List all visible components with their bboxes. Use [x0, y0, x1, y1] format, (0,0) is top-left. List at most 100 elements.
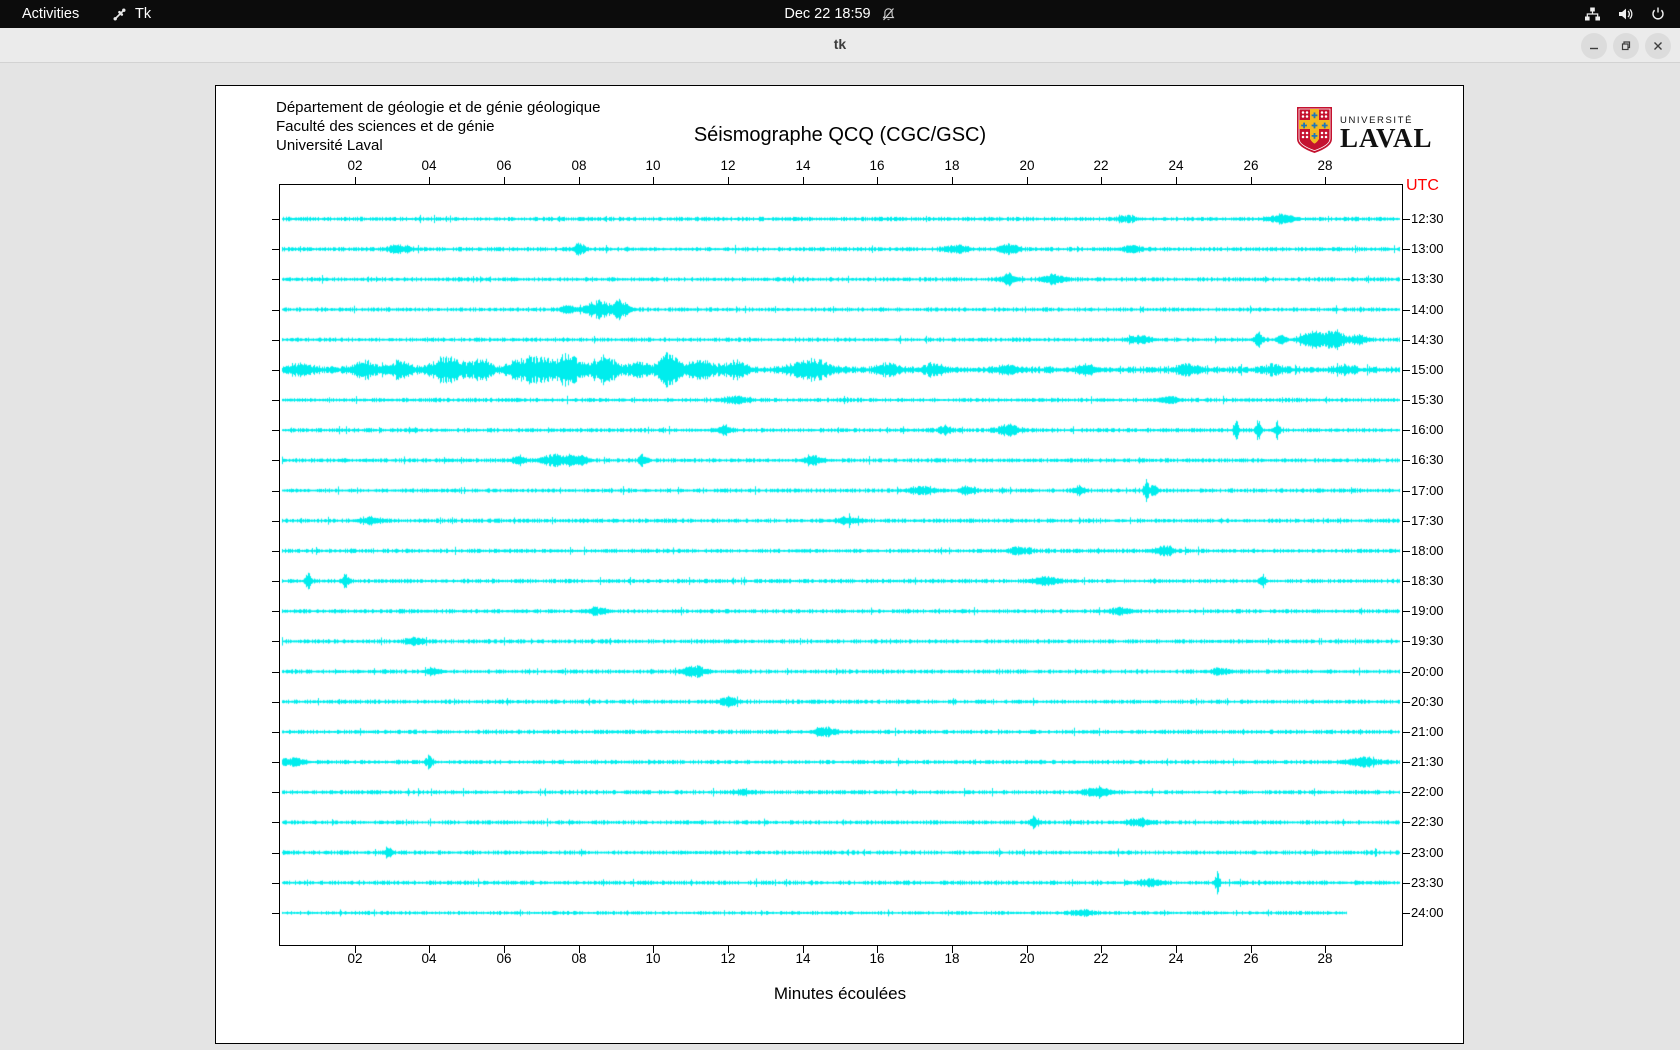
utc-time-label: 16:30	[1411, 452, 1444, 467]
trace-tick-right	[1402, 491, 1410, 492]
x-tick-label-top: 22	[1093, 158, 1109, 173]
laval-shield-icon	[1296, 106, 1333, 159]
x-tick-top	[802, 177, 804, 185]
x-tick-top	[578, 177, 580, 185]
trace-tick-right	[1402, 460, 1410, 461]
trace-tick-left	[272, 792, 280, 793]
trace-tick-right	[1402, 611, 1410, 612]
x-axis-title: Minutes écoulées	[773, 984, 907, 1003]
network-wired-icon[interactable]	[1584, 6, 1601, 22]
trace-tick-left	[272, 460, 280, 461]
x-tick-label-top: 14	[795, 158, 811, 173]
x-tick-label-bottom: 18	[944, 951, 960, 966]
x-tick-label-top: 16	[869, 158, 885, 173]
trace-tick-right	[1402, 249, 1410, 250]
trace-tick-left	[272, 853, 280, 854]
trace-tick-right	[1402, 521, 1410, 522]
x-tick-label-bottom: 04	[421, 951, 437, 966]
trace-tick-right	[1402, 641, 1410, 642]
trace-tick-right	[1402, 672, 1410, 673]
trace-tick-right	[1402, 551, 1410, 552]
window-title: tk	[833, 36, 847, 52]
x-tick-label-bottom: 10	[645, 951, 661, 966]
utc-time-label: 24:00	[1411, 905, 1444, 920]
x-tick-label-bottom: 16	[869, 951, 885, 966]
x-tick-label-top: 28	[1317, 158, 1333, 173]
trace-tick-left	[272, 762, 280, 763]
trace-tick-right	[1402, 430, 1410, 431]
x-tick-top	[1324, 177, 1326, 185]
trace-tick-left	[272, 491, 280, 492]
trace-tick-right	[1402, 310, 1410, 311]
trace-tick-left	[272, 732, 280, 733]
utc-time-label: 22:00	[1411, 784, 1444, 799]
x-tick-label-bottom: 20	[1019, 951, 1035, 966]
x-tick-top	[1026, 177, 1028, 185]
logo-text-laval: LAVAL	[1340, 123, 1433, 153]
utc-time-label: 20:00	[1411, 664, 1444, 679]
x-tick-label-bottom: 26	[1243, 951, 1259, 966]
trace-tick-left	[272, 219, 280, 220]
trace-tick-left	[272, 641, 280, 642]
utc-time-label: 20:30	[1411, 694, 1444, 709]
trace-tick-right	[1402, 340, 1410, 341]
x-tick-label-top: 10	[645, 158, 661, 173]
x-tick-label-top: 20	[1019, 158, 1035, 173]
minimize-button[interactable]	[1581, 33, 1607, 59]
utc-time-label: 13:30	[1411, 271, 1444, 286]
utc-time-label: 15:30	[1411, 392, 1444, 407]
utc-time-label: 18:30	[1411, 573, 1444, 588]
trace-tick-left	[272, 883, 280, 884]
utc-time-label: 18:00	[1411, 543, 1444, 558]
x-tick-top	[1250, 177, 1252, 185]
utc-time-label: 21:00	[1411, 724, 1444, 739]
chart-title: Séismographe QCQ (CGC/GSC)	[693, 124, 987, 146]
trace-tick-right	[1402, 822, 1410, 823]
x-tick-label-bottom: 14	[795, 951, 811, 966]
trace-tick-left	[272, 913, 280, 914]
x-tick-top	[428, 177, 430, 185]
x-tick-label-bottom: 12	[720, 951, 736, 966]
seismograph-panel: Département de géologie et de génie géol…	[215, 85, 1464, 1044]
trace-tick-right	[1402, 279, 1410, 280]
utc-time-label: 13:00	[1411, 241, 1444, 256]
trace-tick-left	[272, 400, 280, 401]
university-laval-logo: UNIVERSITÉ LAVAL	[1296, 106, 1433, 159]
trace-tick-left	[272, 340, 280, 341]
utc-time-label: 17:30	[1411, 513, 1444, 528]
utc-time-label: 23:30	[1411, 875, 1444, 890]
utc-time-label: 23:00	[1411, 845, 1444, 860]
x-tick-label-top: 18	[944, 158, 960, 173]
trace-tick-left	[272, 611, 280, 612]
notifications-muted-icon	[881, 7, 896, 22]
x-tick-top	[503, 177, 505, 185]
trace-tick-left	[272, 822, 280, 823]
x-tick-top	[1100, 177, 1102, 185]
volume-icon[interactable]	[1617, 6, 1634, 22]
trace-tick-right	[1402, 792, 1410, 793]
utc-time-label: 12:30	[1411, 211, 1444, 226]
seismogram-plot: UTC 02 02 04 04 06 06 08 08 10 10 12 12 14 14 16 16 18 18…	[272, 158, 1444, 966]
utc-time-label: 14:00	[1411, 302, 1444, 317]
power-icon[interactable]	[1650, 6, 1666, 22]
utc-time-label: 19:30	[1411, 633, 1444, 648]
trace-tick-left	[272, 551, 280, 552]
trace-tick-right	[1402, 581, 1410, 582]
trace-tick-left	[272, 249, 280, 250]
utc-time-label: 14:30	[1411, 332, 1444, 347]
maximize-button[interactable]	[1613, 33, 1639, 59]
trace-tick-right	[1402, 762, 1410, 763]
trace-tick-right	[1402, 883, 1410, 884]
utc-time-label: 22:30	[1411, 814, 1444, 829]
x-tick-top	[354, 177, 356, 185]
trace-tick-left	[272, 310, 280, 311]
utc-time-label: 19:00	[1411, 603, 1444, 618]
clock[interactable]: Dec 22 18:59	[784, 6, 870, 22]
window-titlebar[interactable]: tk	[0, 28, 1680, 63]
utc-time-label: 21:30	[1411, 754, 1444, 769]
x-tick-label-bottom: 24	[1168, 951, 1184, 966]
close-button[interactable]	[1645, 33, 1671, 59]
utc-time-label: 17:00	[1411, 483, 1444, 498]
x-tick-label-top: 24	[1168, 158, 1184, 173]
x-tick-label-bottom: 06	[496, 951, 512, 966]
